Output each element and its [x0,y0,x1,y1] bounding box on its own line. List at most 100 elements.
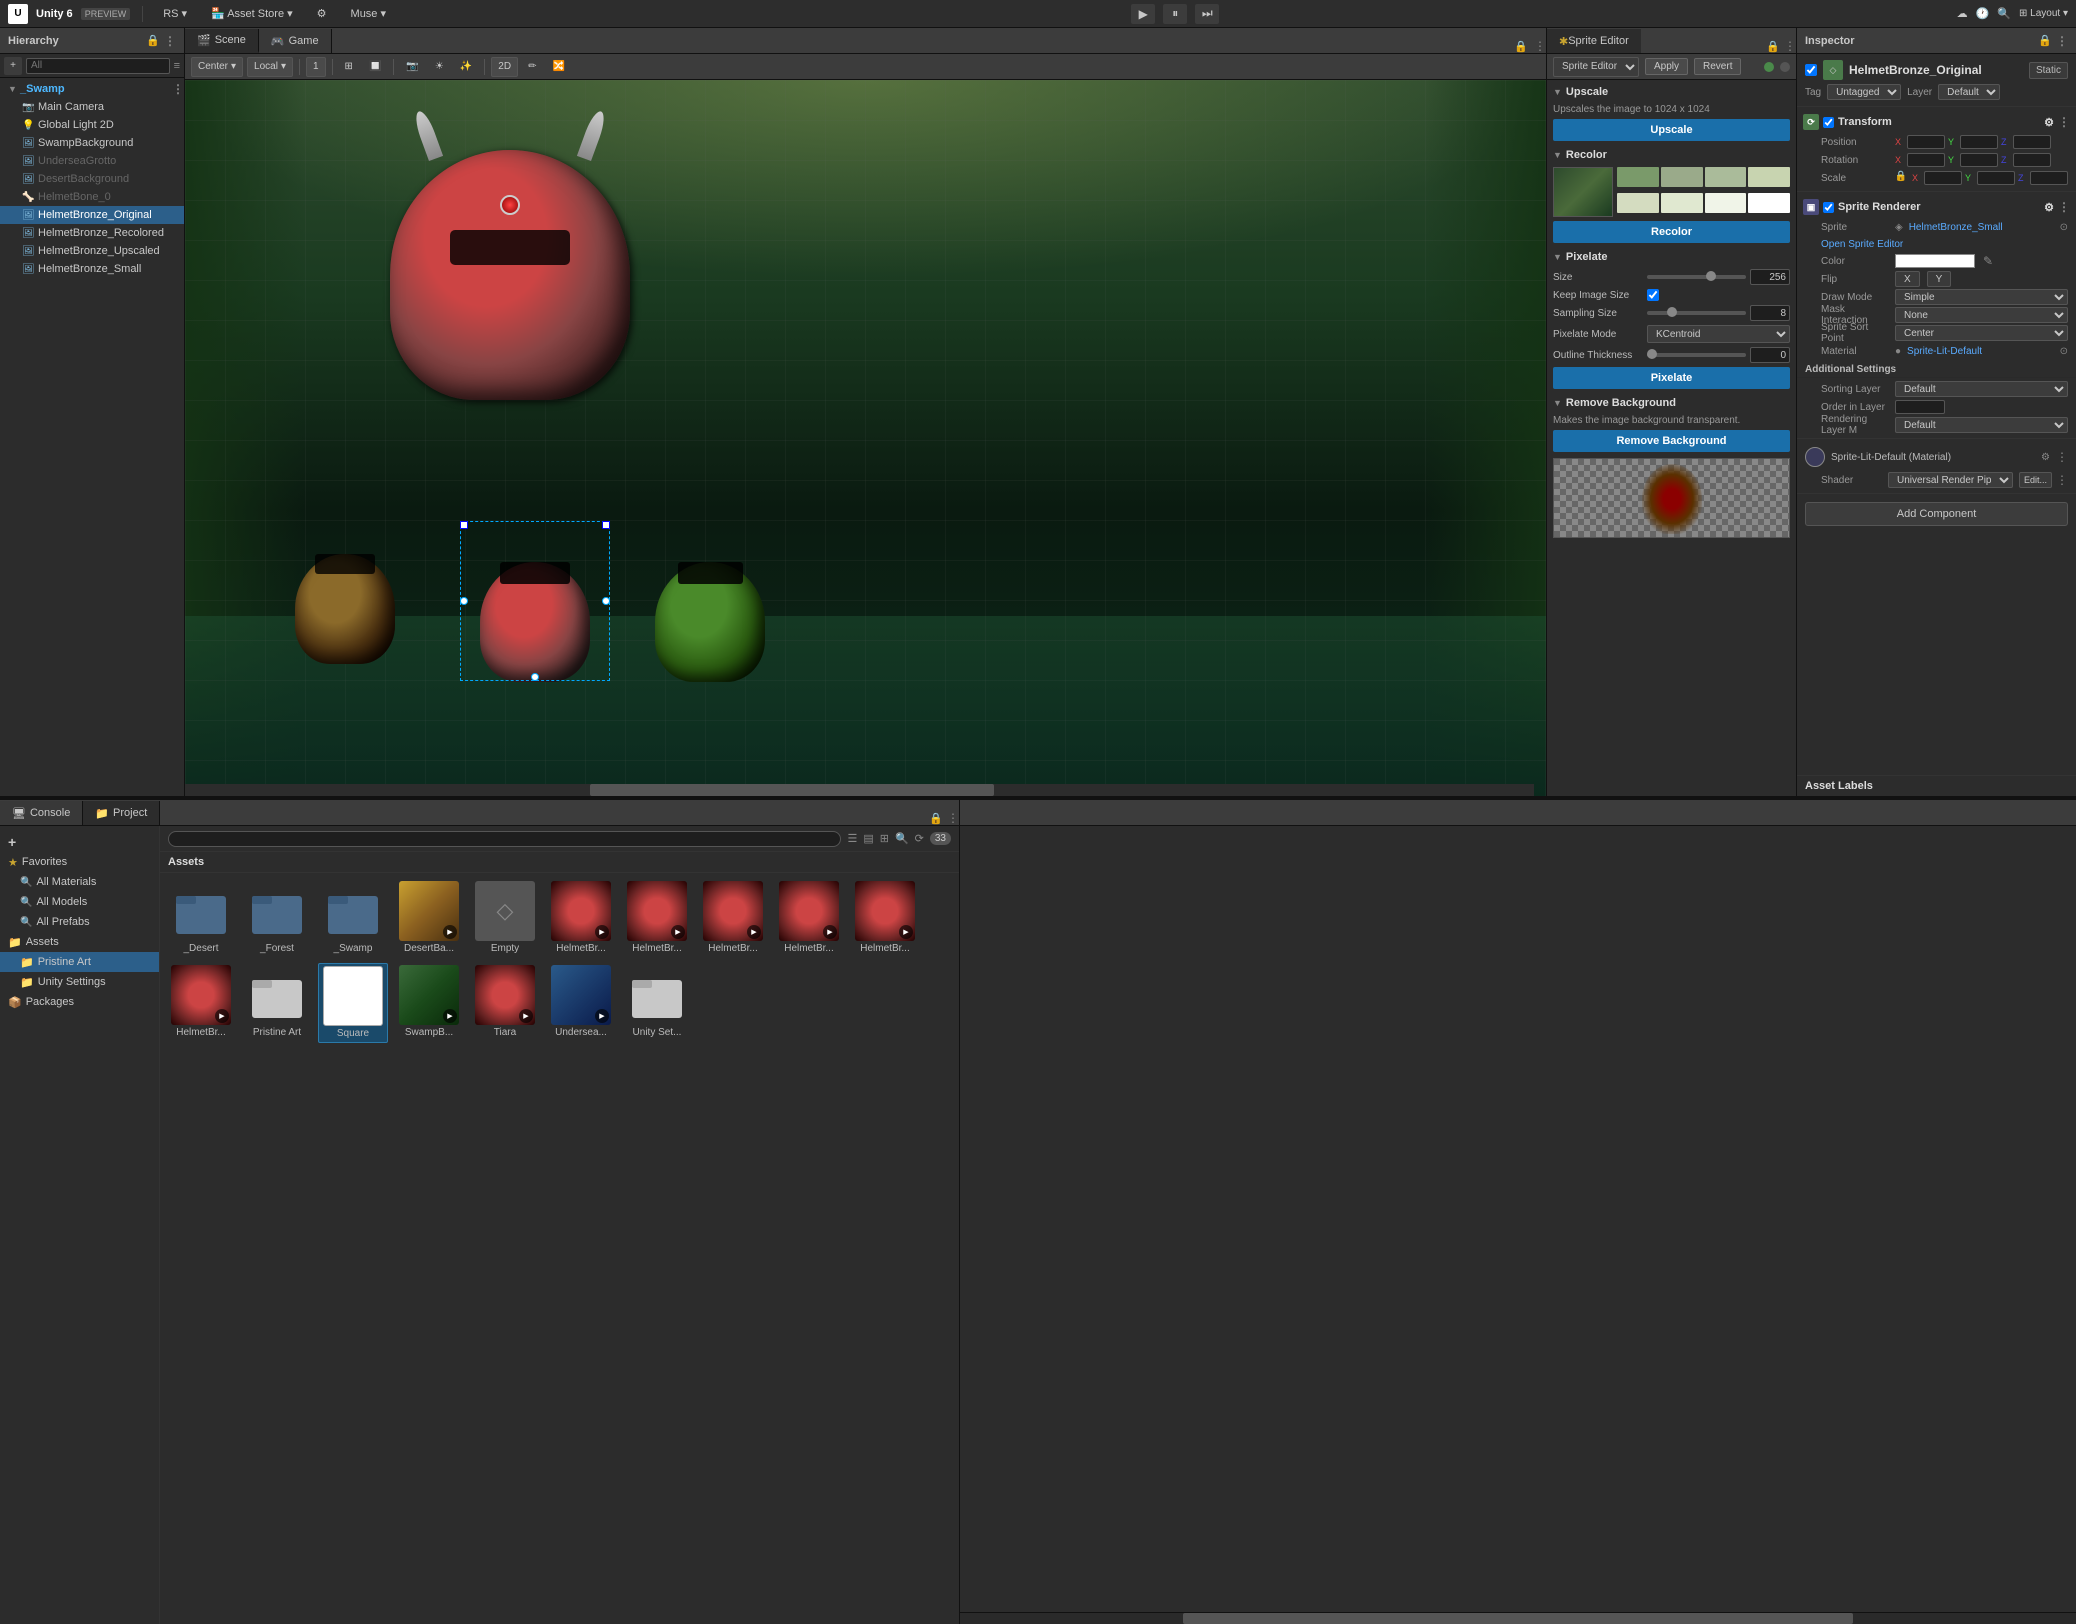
hierarchy-lock-icon[interactable]: 🔒 [146,34,160,47]
sampling-size-input[interactable] [1750,305,1790,321]
hierarchy-add-btn[interactable]: + [4,57,22,75]
asset-helmet-br3[interactable]: ▶ HelmetBr... [698,879,768,957]
flip-y-button[interactable]: Y [1927,271,1952,287]
rotation-y-input[interactable]: 0 [1960,153,1998,167]
layout-btn[interactable]: ⊞ Layout ▾ [2019,8,2068,19]
project-filter-icon[interactable]: ☰ [847,832,857,845]
helmet-selected-group[interactable] [465,526,605,676]
fx-btn[interactable]: ✨ [454,57,478,77]
position-x-input[interactable]: 0.22 [1907,135,1945,149]
asset-undersea[interactable]: ▶ Undersea... [546,963,616,1043]
bottom-panel-lock-icon[interactable]: 🔒 [925,812,947,825]
asset-empty[interactable]: ◇ Empty [470,879,540,957]
scene-lock-icon[interactable]: 🔒 [1508,40,1534,53]
sidebar-pristine-art[interactable]: 📁 Pristine Art [0,952,159,972]
sidebar-packages[interactable]: 📦 Packages [0,992,159,1012]
scene-viewport[interactable] [185,80,1546,796]
snap-btn[interactable]: 1 [306,57,326,77]
asset-swamp-folder[interactable]: _Swamp [318,879,388,957]
handle-tr[interactable] [602,521,610,529]
material-value[interactable]: Sprite-Lit-Default [1907,346,1982,357]
handle-ml[interactable] [460,597,468,605]
play-button[interactable]: ▶ [1131,4,1155,24]
outline-slider[interactable] [1647,353,1746,357]
keep-image-size-checkbox[interactable] [1647,289,1659,301]
hierarchy-item-swamp-bg[interactable]: 🖼 SwampBackground [0,134,184,152]
2d-btn[interactable]: 2D [491,57,518,77]
outline-slider-thumb[interactable] [1647,349,1657,359]
sidebar-all-prefabs[interactable]: 🔍 All Prefabs [0,912,159,932]
upscale-button[interactable]: Upscale [1553,119,1790,141]
scene-hscroll-thumb[interactable] [590,784,995,796]
helmet-small-1[interactable] [285,526,405,656]
handle-mr[interactable] [602,597,610,605]
project-view-2-icon[interactable]: ⊞ [880,832,889,845]
center-pivot-btn[interactable]: Center ▾ [191,57,243,77]
scale-x-input[interactable]: 1 [1924,171,1962,185]
sampling-slider[interactable] [1647,311,1746,315]
inspector-lock-icon[interactable]: 🔒 [2038,34,2052,47]
sorting-layer-select[interactable]: Default [1895,381,2068,397]
remove-bg-button[interactable]: Remove Background [1553,430,1790,452]
asset-helmet-br2[interactable]: ▶ HelmetBr... [622,879,692,957]
object-name-field[interactable]: HelmetBronze_Original [1849,63,2023,77]
sprite-editor-tab[interactable]: ✱ Sprite Editor [1547,29,1641,53]
swatch-2[interactable] [1705,167,1747,187]
right-bottom-scrollbar[interactable] [960,1612,2076,1624]
sprite-editor-dropdown[interactable]: Sprite Editor [1553,57,1639,77]
cloud-icon[interactable]: ☁ [1957,7,1968,20]
color-eyedropper-icon[interactable]: ✎ [1983,254,1993,268]
hierarchy-item-swamp[interactable]: ▼ _Swamp ⋮ [0,80,184,98]
revert-button[interactable]: Revert [1694,58,1741,75]
asset-pristine-art[interactable]: Pristine Art [242,963,312,1043]
rendering-layer-select[interactable]: Default [1895,417,2068,433]
handle-bm[interactable] [531,673,539,681]
position-z-input[interactable]: 0 [2013,135,2051,149]
bottom-scroll-thumb[interactable] [1183,1613,1853,1624]
size-input[interactable] [1750,269,1790,285]
helmet-main-group[interactable] [360,120,660,450]
shader-more[interactable]: ⋮ [2056,473,2068,487]
swatch-0[interactable] [1617,167,1659,187]
scale-y-input[interactable]: 1 [1977,171,2015,185]
camera-btn[interactable]: 📷 [400,57,424,77]
inspector-more-icon[interactable]: ⋮ [2056,34,2068,48]
hierarchy-item-helmet-small[interactable]: 🖼 HelmetBronze_Small [0,260,184,278]
sprite-editor-lock[interactable]: 🔒 [1762,40,1784,53]
light-btn[interactable]: ☀ [429,57,450,77]
hierarchy-item-main-camera[interactable]: 📷 Main Camera [0,98,184,116]
sampling-slider-thumb[interactable] [1667,307,1677,317]
hierarchy-item-helmet-bone[interactable]: 🦴 HelmetBone_0 [0,188,184,206]
sprite-renderer-header[interactable]: ▣ Sprite Renderer ⚙ ⋮ [1797,196,2076,218]
scene-icon1[interactable]: ✏ [522,57,542,77]
order-in-layer-input[interactable]: 5 [1895,400,1945,414]
apply-button[interactable]: Apply [1645,58,1688,75]
shader-edit-btn[interactable]: Edit... [2019,472,2052,488]
asset-helmet-br1[interactable]: ▶ HelmetBr... [546,879,616,957]
rotation-x-input[interactable]: 0 [1907,153,1945,167]
local-global-btn[interactable]: Local ▾ [247,57,293,77]
helmet-green[interactable] [645,526,775,666]
hierarchy-item-desert-bg[interactable]: 🖼 DesertBackground [0,170,184,188]
asset-helmet-br6[interactable]: ▶ HelmetBr... [166,963,236,1043]
recolor-button[interactable]: Recolor [1553,221,1790,243]
hierarchy-filter-icon[interactable]: ≡ [174,60,180,72]
transform-header[interactable]: ⟳ Transform ⚙ ⋮ [1797,111,2076,133]
hierarchy-more-icon[interactable]: ⋮ [164,34,176,48]
asset-store-btn[interactable]: 🏪 Asset Store ▾ [203,5,301,22]
handle-tl[interactable] [460,521,468,529]
hierarchy-item-global-light[interactable]: 💡 Global Light 2D [0,116,184,134]
project-tab[interactable]: 📁 Project [83,801,160,825]
sidebar-favorites[interactable]: ★ Favorites [0,852,159,872]
scene-icon2[interactable]: 🔀 [546,57,570,77]
tag-select[interactable]: Untagged [1827,84,1901,100]
sidebar-all-materials[interactable]: 🔍 All Materials [0,872,159,892]
console-tab[interactable]: 🖥 Console [0,801,83,825]
pause-button[interactable]: ⏸ [1163,4,1187,24]
open-sprite-editor-link[interactable]: Open Sprite Editor [1797,236,2076,252]
transform-settings-icon[interactable]: ⚙ [2044,116,2054,129]
project-view-1-icon[interactable]: ▤ [863,832,873,845]
swatch-4[interactable] [1617,193,1659,213]
swatch-3[interactable] [1748,167,1790,187]
mask-interaction-select[interactable]: None [1895,307,2068,323]
